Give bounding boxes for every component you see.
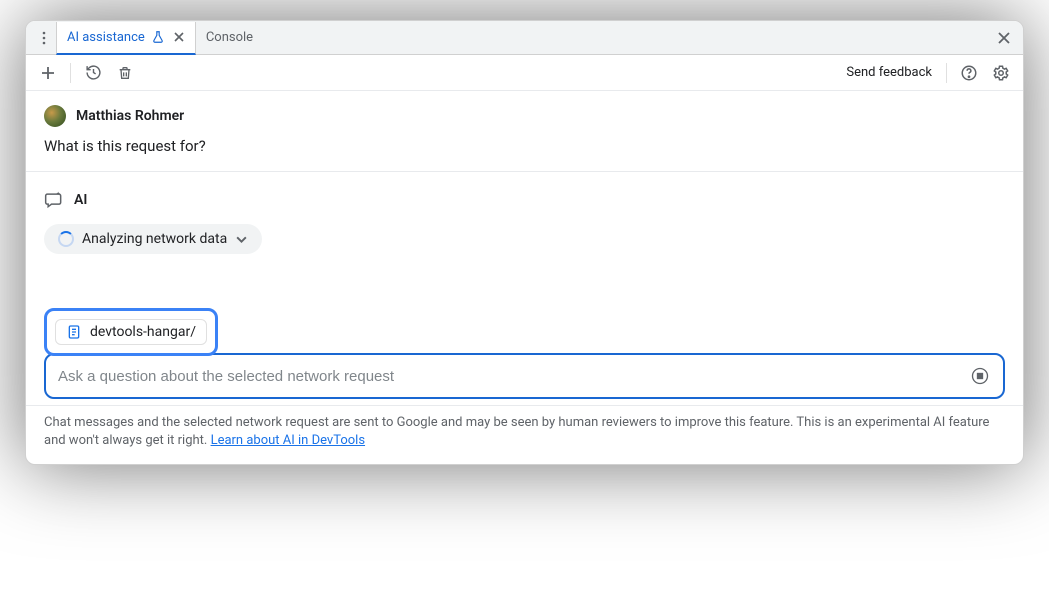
close-tab-button[interactable] (173, 31, 185, 43)
disclaimer: Chat messages and the selected network r… (26, 405, 1023, 464)
settings-button[interactable] (987, 59, 1015, 87)
send-feedback-link[interactable]: Send feedback (840, 65, 938, 80)
prompt-box (44, 353, 1005, 399)
context-chip-label: devtools-hangar/ (90, 324, 196, 340)
toolbar: Send feedback (26, 55, 1023, 91)
tab-ai-assistance[interactable]: AI assistance (56, 22, 196, 55)
spinner-icon (58, 231, 74, 247)
disclaimer-text: Chat messages and the selected network r… (44, 415, 989, 448)
devtools-panel: AI assistance Console Send feedback (25, 20, 1024, 465)
learn-more-link[interactable]: Learn about AI in DevTools (211, 433, 365, 448)
user-message: What is this request for? (44, 137, 1005, 155)
sparkle-chat-icon (44, 190, 64, 210)
tab-label: Console (206, 30, 253, 45)
tab-console[interactable]: Console (196, 21, 263, 54)
stop-button[interactable] (969, 365, 991, 387)
flask-icon (151, 30, 165, 44)
prompt-input[interactable] (58, 368, 959, 385)
tab-label: AI assistance (67, 30, 145, 45)
close-panel-button[interactable] (991, 25, 1017, 51)
user-header: Matthias Rohmer (44, 105, 1005, 127)
delete-button[interactable] (111, 59, 139, 87)
context-chip-highlight: devtools-hangar/ (44, 308, 218, 356)
context-chip[interactable]: devtools-hangar/ (55, 319, 207, 345)
more-tabs-button[interactable] (32, 26, 56, 50)
document-icon (66, 324, 82, 340)
help-button[interactable] (955, 59, 983, 87)
input-area: devtools-hangar/ (26, 308, 1023, 405)
new-chat-button[interactable] (34, 59, 62, 87)
user-name: Matthias Rohmer (76, 108, 184, 124)
ai-status-text: Analyzing network data (82, 231, 227, 247)
chat-thread: Matthias Rohmer What is this request for… (26, 91, 1023, 308)
ai-label: AI (74, 192, 87, 208)
ai-header: AI (44, 190, 1005, 210)
avatar (44, 105, 66, 127)
ai-status-chip[interactable]: Analyzing network data (44, 224, 262, 254)
chevron-down-icon (235, 233, 248, 246)
history-button[interactable] (79, 59, 107, 87)
tab-bar: AI assistance Console (26, 21, 1023, 55)
divider (26, 171, 1023, 172)
